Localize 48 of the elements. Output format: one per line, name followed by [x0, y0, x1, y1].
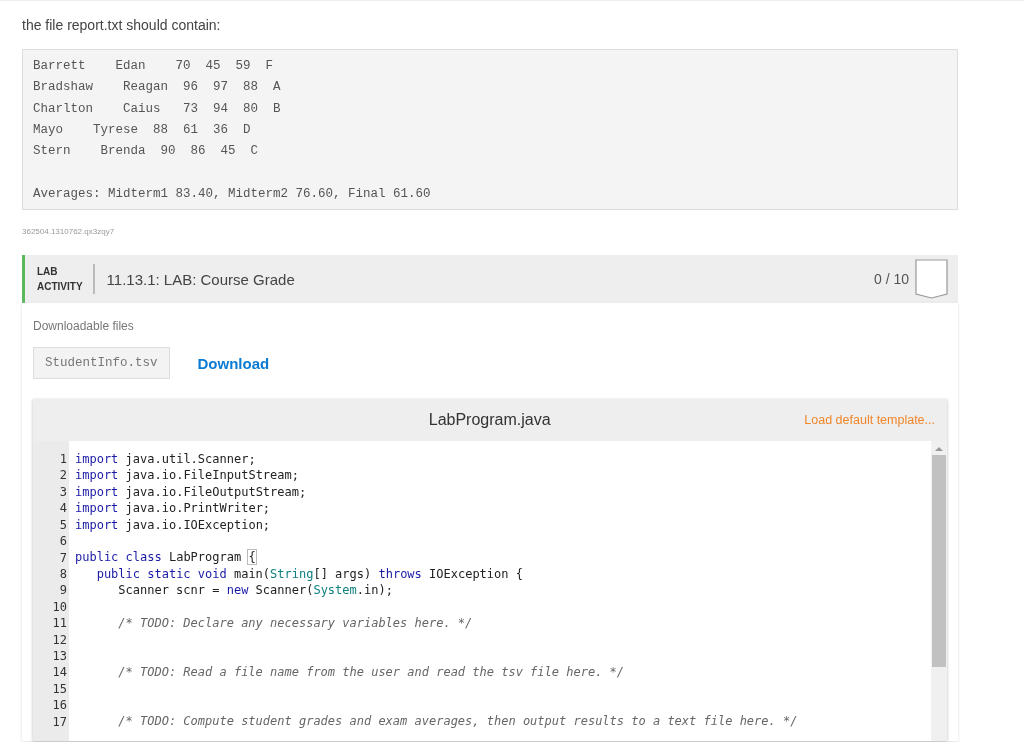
- code-line: Scanner scnr = new Scanner(System.in);: [117, 582, 394, 599]
- line-number: 2: [58, 467, 68, 484]
- code-line: import java.util.Scanner;: [75, 451, 257, 468]
- line-number: 13: [51, 647, 68, 665]
- line-number: 12: [51, 631, 68, 648]
- code-line: public static void main(String[] args) throws IOException {: [95, 565, 524, 583]
- code-line: import java.io.PrintWriter;: [75, 500, 272, 517]
- code-line: public class LabProgram {: [75, 549, 257, 566]
- line-number: 3: [58, 483, 68, 501]
- report-line: Charlton Caius 73 94 80 B: [33, 100, 282, 118]
- score-badge-icon: [915, 259, 948, 300]
- score-text: 0 / 10: [873, 271, 909, 288]
- download-link[interactable]: Download: [197, 354, 270, 372]
- line-number: 8: [58, 565, 68, 583]
- files-label: Downloadable files: [33, 319, 135, 334]
- lab-title: 11.13.1: LAB: Course Grade: [106, 270, 296, 288]
- scroll-thumb[interactable]: [932, 455, 946, 668]
- id-text: 362504.1310762.qx3zqy7: [22, 227, 116, 237]
- line-number: 14: [51, 664, 68, 681]
- line-number: 16: [51, 697, 68, 714]
- lab-label: LAB: [37, 265, 59, 280]
- intro-text: the file report.txt should contain:: [22, 17, 222, 33]
- file-title: LabProgram.java: [427, 411, 552, 430]
- report-line: Mayo Tyrese 88 61 36 D: [33, 121, 252, 139]
- line-number: 9: [58, 582, 68, 599]
- line-number: 11: [51, 615, 68, 632]
- averages-line: Averages: Midterm1 83.40, Midterm2 76.60, Final 61.60: [33, 185, 432, 203]
- load-template-link[interactable]: Load default template...: [804, 413, 935, 428]
- line-number: 17: [51, 713, 68, 730]
- activity-label: ACTIVITY: [37, 280, 83, 295]
- report-line: Bradshaw Reagan 96 97 88 A: [33, 79, 282, 97]
- line-number: 1: [58, 451, 68, 468]
- report-line: Stern Brenda 90 86 45 C: [33, 143, 260, 161]
- line-number: 5: [58, 516, 68, 534]
- scrollbar[interactable]: [931, 441, 947, 742]
- code-line: /* TODO: Compute student grades and exam averages, then output results to a text file here. */: [117, 713, 799, 730]
- code-line: import java.io.IOException;: [75, 516, 272, 534]
- code-line: import java.io.FileOutputStream;: [75, 483, 308, 501]
- line-number: 10: [51, 598, 68, 616]
- line-number: 7: [58, 549, 68, 566]
- code-line: /* TODO: Declare any necessary variables here. */: [117, 615, 474, 632]
- line-number: 6: [58, 533, 68, 550]
- code-line: /* TODO: Read a file name from the user and read the tsv file here. */: [117, 664, 626, 681]
- file-name: StudentInfo.tsv: [33, 347, 170, 380]
- line-number: 4: [58, 500, 68, 517]
- line-number: 15: [51, 680, 68, 698]
- code-line: import java.io.FileInputStream;: [75, 467, 300, 484]
- report-line: Barrett Edan 70 45 59 F: [33, 58, 275, 75]
